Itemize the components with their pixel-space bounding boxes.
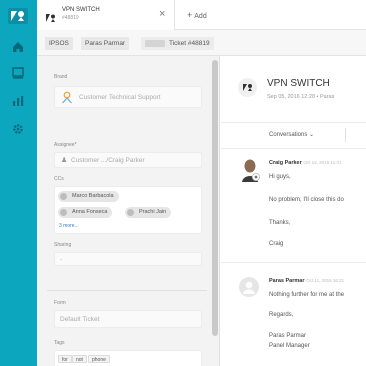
assignee-label: Assignee* bbox=[54, 142, 77, 148]
tab-ticket[interactable]: VPN SWITCH #48819 × bbox=[37, 0, 175, 30]
message-line: No problem, I'll close this do bbox=[269, 197, 344, 203]
message-line: Paras Parmar bbox=[269, 333, 307, 339]
divider bbox=[221, 262, 366, 263]
avatar bbox=[60, 193, 67, 200]
assignee-field[interactable]: ♟ Customer .../Craig Parker bbox=[54, 152, 202, 168]
cc-pill[interactable]: Marco Barbacola bbox=[58, 191, 119, 202]
sharing-value: - bbox=[60, 256, 63, 263]
reporting-icon[interactable] bbox=[11, 94, 25, 108]
brand-icon bbox=[61, 91, 73, 106]
nav-rail bbox=[0, 0, 37, 366]
home-icon[interactable] bbox=[11, 40, 25, 54]
form-select[interactable]: Default Ticket bbox=[54, 310, 202, 328]
more-ccs-link[interactable]: 3 more... bbox=[59, 223, 79, 229]
ccs-field[interactable]: Marco Barbacola Anna Fonseca Prachi Jain… bbox=[54, 186, 202, 234]
message-line: Nothing further for me at the bbox=[269, 292, 345, 298]
brand-label: Brand bbox=[54, 74, 68, 80]
add-tab-button[interactable]: + Add bbox=[187, 10, 207, 20]
divider bbox=[345, 128, 346, 142]
breadcrumb-organization[interactable]: IPSOS bbox=[45, 37, 73, 50]
status-badge bbox=[145, 39, 165, 47]
tab-strip: VPN SWITCH #48819 × + Add bbox=[37, 0, 366, 30]
ticket-brand-icon bbox=[238, 78, 257, 97]
avatar bbox=[241, 158, 261, 182]
message-line: Craig bbox=[269, 241, 284, 247]
sharing-label: Sharing bbox=[54, 242, 72, 248]
tab-ticket-id: #48819 bbox=[62, 15, 79, 21]
zendesk-logo-icon[interactable] bbox=[8, 8, 28, 24]
avatar bbox=[127, 209, 134, 216]
close-tab-icon[interactable]: × bbox=[159, 9, 165, 20]
divider bbox=[221, 122, 366, 123]
message-line: Regards, bbox=[269, 312, 294, 318]
breadcrumb-ticket[interactable]: Ticket #48819 bbox=[141, 37, 214, 50]
cc-pill[interactable]: Prachi Jain bbox=[125, 207, 172, 218]
brand-value: Customer Technical Support bbox=[79, 94, 161, 101]
tags-label: Tags bbox=[54, 340, 65, 346]
chevron-down-icon: ⌄ bbox=[309, 132, 315, 138]
tags-field[interactable]: for not phone bbox=[54, 350, 202, 366]
brand-field[interactable]: Customer Technical Support bbox=[54, 86, 202, 108]
message-header: Paras Parmar Oct 11, 2016 16:21 bbox=[269, 278, 345, 284]
sharing-field[interactable]: - bbox=[54, 252, 202, 266]
conversation-pane: VPN SWITCH Sep 05, 2016 12:28 • Paras Co… bbox=[221, 56, 366, 366]
tag[interactable]: for bbox=[58, 355, 72, 363]
divider bbox=[47, 290, 207, 291]
sidebar-scrollbar[interactable] bbox=[212, 60, 218, 336]
tag[interactable]: phone bbox=[88, 355, 110, 363]
avatar bbox=[60, 209, 67, 216]
breadcrumb: IPSOS Paras Parmar Ticket #48819 bbox=[37, 30, 366, 56]
cc-pill[interactable]: Anna Fonseca bbox=[58, 207, 113, 218]
tag[interactable]: not bbox=[72, 355, 87, 363]
form-value: Default Ticket bbox=[60, 316, 100, 323]
settings-gear-icon[interactable] bbox=[11, 122, 25, 136]
ticket-properties-sidebar: Brand Customer Technical Support Assigne… bbox=[37, 56, 220, 366]
user-icon: ♟ bbox=[61, 157, 68, 164]
assignee-value: Customer .../Craig Parker bbox=[71, 157, 145, 164]
message-line: Hi guys, bbox=[269, 174, 291, 180]
ticket-meta: Sep 05, 2016 12:28 • Paras bbox=[267, 94, 335, 100]
divider bbox=[221, 148, 366, 149]
ticket-title: VPN SWITCH bbox=[267, 78, 330, 89]
breadcrumb-requester[interactable]: Paras Parmar bbox=[81, 37, 130, 50]
views-icon[interactable] bbox=[11, 66, 25, 80]
form-label: Form bbox=[54, 300, 66, 306]
message-line: Panel Manager bbox=[269, 343, 310, 349]
plus-icon: + bbox=[187, 10, 193, 20]
message-line: Thanks, bbox=[269, 220, 291, 226]
tab-title: VPN SWITCH bbox=[62, 7, 100, 13]
message-header: Craig Parker Oct 12, 2016 11:31 bbox=[269, 160, 342, 166]
ccs-label: CCs bbox=[54, 176, 64, 182]
avatar bbox=[239, 277, 259, 297]
conversations-filter[interactable]: Conversations ⌄ bbox=[269, 131, 314, 138]
ticket-logo-icon bbox=[45, 10, 57, 22]
